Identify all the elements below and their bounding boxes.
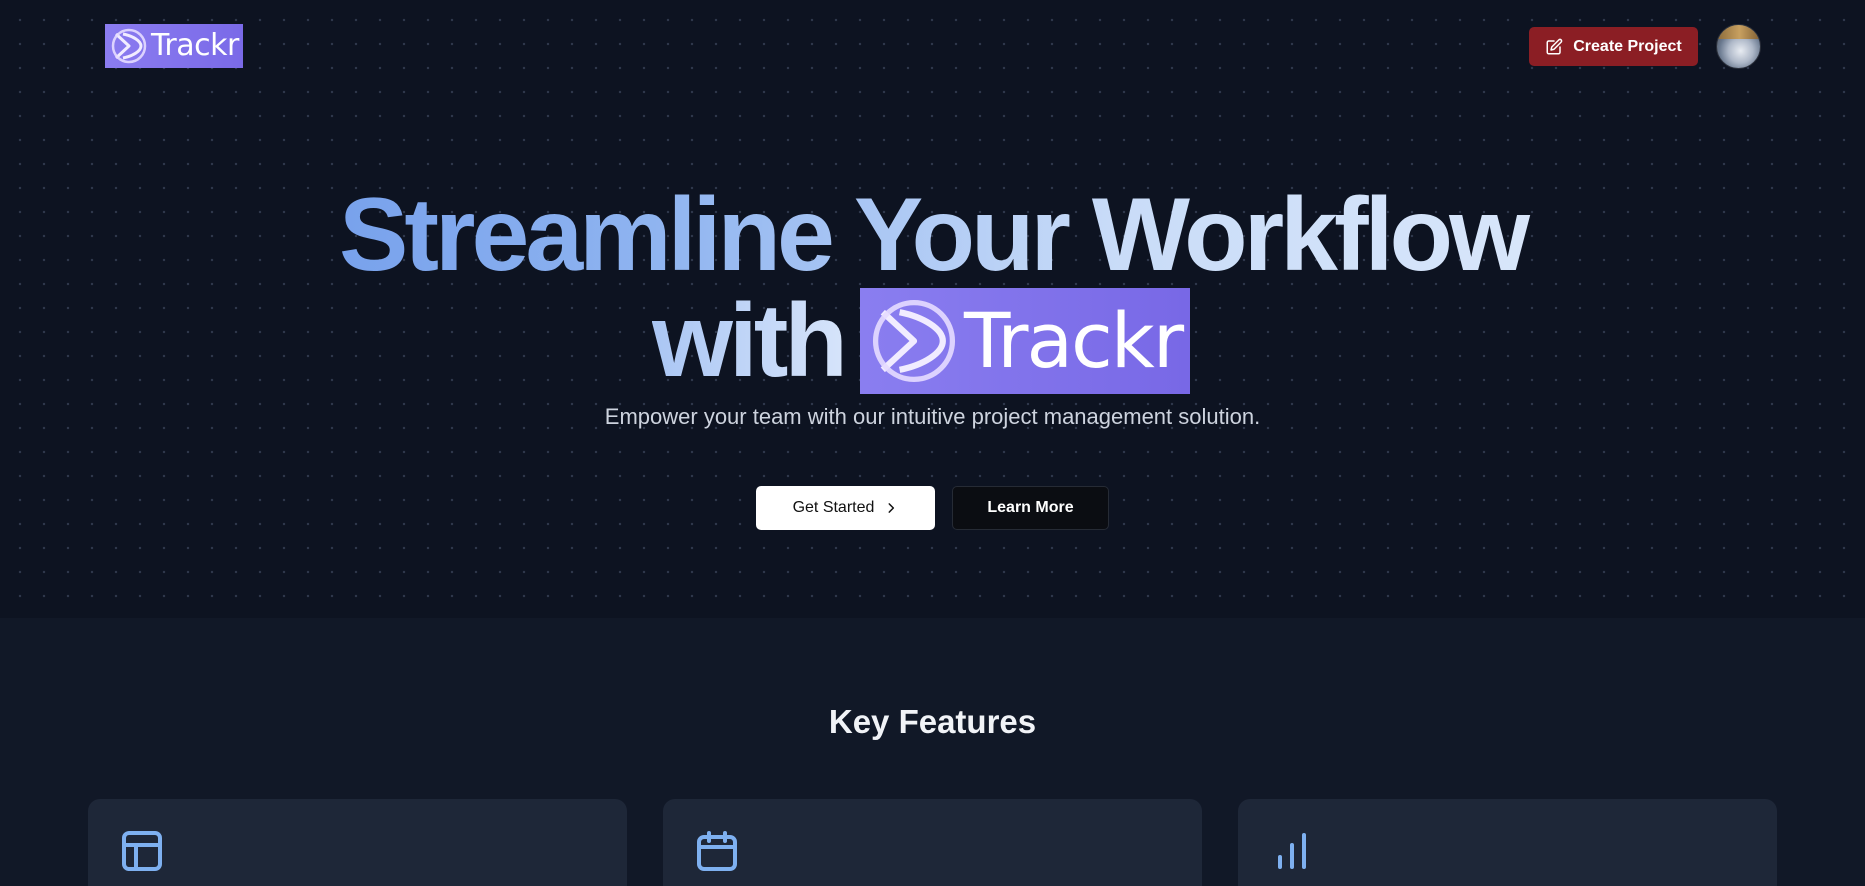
get-started-label: Get Started [792,499,875,516]
feature-card [88,799,627,886]
chevron-right-icon [888,503,895,513]
edit-icon [1546,38,1563,54]
trackr-logo[interactable]: Trackr [105,24,243,68]
calendar-icon [697,831,737,871]
feature-card [663,799,1202,886]
create-project-button[interactable]: Create Project [1529,27,1698,66]
learn-more-button[interactable]: Learn More [952,486,1109,530]
logo-text: Trackr [151,28,239,63]
hero-subtitle: Empower your team with our intuitive pro… [604,404,1261,429]
logo-chevrons-icon [872,299,955,383]
avatar-photo-band [1717,25,1760,39]
headline-logo-text: Trackr [963,296,1184,385]
hero-headline: Streamline Your Workflow [0,180,1865,290]
bar-chart-icon [1278,833,1306,869]
learn-more-label: Learn More [987,499,1074,516]
feature-card [1238,799,1777,886]
layout-icon [122,831,162,871]
headline-with-word: with [652,283,848,399]
create-project-label: Create Project [1573,37,1682,55]
user-avatar[interactable] [1716,24,1761,69]
hero-headline-line2: with Trackr [652,288,1190,394]
features-title: Key Features [828,703,1037,740]
headline-trackr-logo: Trackr [859,288,1190,394]
logo-chevrons-icon [111,28,147,64]
get-started-button[interactable]: Get Started [756,486,935,530]
